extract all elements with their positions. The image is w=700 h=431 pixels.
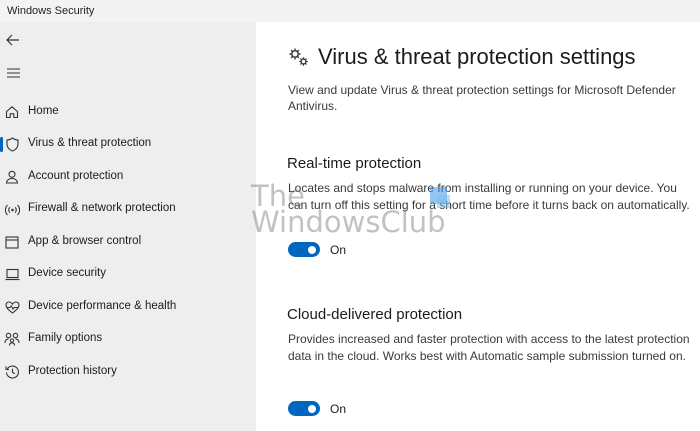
hamburger-icon	[6, 68, 20, 78]
toggle-state-label: On	[330, 242, 347, 257]
sidebar-item-label: Account protection	[28, 170, 124, 182]
selection-indicator	[0, 137, 3, 152]
home-icon	[4, 104, 20, 120]
sidebar-item-label: App & browser control	[28, 235, 142, 247]
sidebar-item-label: Home	[28, 105, 59, 117]
sidebar-item-virus-threat-protection[interactable]: Virus & threat protection	[0, 129, 256, 159]
person-icon	[4, 169, 20, 185]
toggle-state-label: On	[330, 401, 347, 416]
back-arrow-icon	[6, 34, 19, 46]
page-title: Virus & threat protection settings	[318, 44, 636, 69]
sidebar-item-protection-history[interactable]: Protection history	[0, 357, 256, 387]
title-bar: Windows Security	[0, 0, 700, 22]
section-title-cloud: Cloud-delivered protection	[287, 306, 463, 323]
sidebar-item-home[interactable]: Home	[0, 97, 256, 127]
sidebar-item-label: Family options	[28, 332, 103, 344]
page-header: Virus & threat protection settings	[288, 44, 636, 70]
real-time-protection-toggle-row: On	[288, 242, 346, 257]
shield-icon	[4, 136, 20, 152]
sidebar-item-account-protection[interactable]: Account protection	[0, 162, 256, 192]
toggle-knob	[308, 404, 316, 413]
window-title: Windows Security	[7, 5, 95, 17]
toggle-knob	[308, 245, 316, 254]
page-description: View and update Virus & threat protectio…	[288, 83, 676, 113]
wifi-icon	[4, 201, 20, 217]
real-time-protection-toggle[interactable]	[288, 242, 320, 257]
menu-button[interactable]	[4, 64, 22, 82]
sidebar-item-label: Virus & threat protection	[28, 137, 152, 149]
laptop-icon	[4, 266, 20, 282]
sidebar-item-app-browser-control[interactable]: App & browser control	[0, 227, 256, 257]
settings-gears-icon	[289, 48, 308, 66]
history-icon	[4, 364, 20, 380]
sidebar-item-device-performance[interactable]: Device performance & health	[0, 292, 256, 322]
sidebar-item-firewall-network[interactable]: Firewall & network protection	[0, 194, 256, 224]
app-window-icon	[4, 234, 20, 250]
back-button[interactable]	[4, 31, 22, 49]
family-icon	[4, 331, 20, 347]
sidebar-item-label: Device performance & health	[28, 300, 177, 312]
sidebar-item-label: Firewall & network protection	[28, 202, 176, 214]
heart-icon	[4, 299, 20, 315]
cloud-protection-toggle-row: On	[288, 401, 346, 416]
sidebar: Home Virus & threat protection Account p…	[0, 22, 256, 431]
section-title-real-time: Real-time protection	[287, 155, 422, 172]
main-content: Virus & threat protection settings View …	[256, 22, 700, 431]
section-description-real-time: Locates and stops malware from installin…	[288, 181, 690, 212]
sidebar-item-label: Device security	[28, 267, 106, 279]
section-description-cloud: Provides increased and faster protection…	[288, 332, 690, 363]
cloud-delivered-protection-toggle[interactable]	[288, 401, 320, 416]
sidebar-item-device-security[interactable]: Device security	[0, 259, 256, 289]
sidebar-item-label: Protection history	[28, 365, 117, 377]
sidebar-item-family-options[interactable]: Family options	[0, 324, 256, 354]
